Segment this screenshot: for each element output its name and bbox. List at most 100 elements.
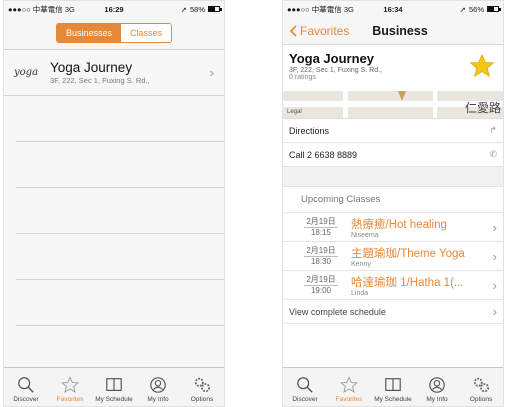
class-instructor: Kenny <box>351 260 371 268</box>
star-icon <box>340 376 358 393</box>
tab-discover[interactable]: Discover <box>283 368 327 406</box>
segment-classes[interactable]: Classes <box>121 24 172 42</box>
battery-percent: 58% <box>189 4 205 14</box>
class-title: 哈達瑜珈 1/Hatha 1(... <box>351 276 464 289</box>
class-row[interactable]: 2月19日 19:00 哈達瑜珈 1/Hatha 1(... Linda › <box>283 271 503 300</box>
chevron-left-icon <box>289 24 297 37</box>
back-button[interactable]: Favorites <box>289 24 349 38</box>
tab-favorites[interactable]: Favorites <box>48 368 92 406</box>
directions-label: Directions <box>289 125 330 136</box>
yoga-journey-logo: yoga <box>14 67 39 78</box>
status-right: ➚ 58% <box>181 4 222 14</box>
tab-my-info[interactable]: My Info <box>136 368 180 406</box>
status-bar: ●●●○○ 中華電信 3G 16:29 ➚ 58% <box>4 1 224 17</box>
chevron-right-icon: › <box>492 248 497 264</box>
tab-label: My Info <box>147 396 169 403</box>
back-label: Favorites <box>300 23 350 38</box>
book-icon <box>106 378 122 391</box>
class-row[interactable]: 2月19日 18:15 熱療癒/Hot healing Niseema › <box>283 213 503 242</box>
business-address: 3F, 222, Sec 1, Fuxing S. Rd., <box>50 76 150 85</box>
tab-favorites[interactable]: Favorites <box>327 368 371 406</box>
tab-label: Discover <box>13 396 39 403</box>
tab-label: My Schedule <box>95 396 133 403</box>
chevron-right-icon: › <box>492 277 497 293</box>
phone-icon: ✆ <box>489 149 497 159</box>
business-name: Yoga Journey <box>50 60 133 75</box>
map-legal-link[interactable]: Legal <box>287 109 302 115</box>
tab-my-schedule[interactable]: My Schedule <box>92 368 136 406</box>
segmented-control: Businesses Classes <box>55 23 173 43</box>
tab-label: My Info <box>426 396 448 403</box>
directions-row[interactable]: Directions ↱ <box>283 119 503 143</box>
business-header: Yoga Journey 3F, 222, Sec 1, Fuxing S. R… <box>283 45 503 91</box>
class-time: 18:15 <box>310 227 332 237</box>
tab-options[interactable]: Options <box>459 368 503 406</box>
view-schedule-row[interactable]: View complete schedule › <box>283 300 503 324</box>
tab-bar: Discover Favorites My Schedule My Info O… <box>283 367 503 406</box>
carrier-label: ●●●○○ 中華電信 3G <box>287 4 354 14</box>
tab-label: Favorites <box>56 396 84 403</box>
screen-businesses: ●●●○○ 中華電信 3G 16:29 ➚ 58% Businesses Cla… <box>3 0 225 407</box>
class-datetime: 2月19日 18:15 <box>301 217 341 237</box>
map-street-label: 仁愛路 <box>464 101 501 115</box>
list-item[interactable]: yoga Yoga Journey 3F, 222, Sec 1, Fuxing… <box>4 50 224 96</box>
location-icon: ➚ <box>459 4 466 14</box>
call-row[interactable]: Call 2 6638 8889 ✆ <box>283 143 503 167</box>
empty-row <box>16 234 224 280</box>
business-list: yoga Yoga Journey 3F, 222, Sec 1, Fuxing… <box>4 50 224 372</box>
class-time: 19:00 <box>310 285 332 295</box>
segmented-control-bar: Businesses Classes <box>4 17 224 50</box>
gear-icon <box>194 377 211 393</box>
status-bar: ●●●○○ 中華電信 3G 16:34 ➚ 56% <box>283 1 503 17</box>
screen-business-detail: ●●●○○ 中華電信 3G 16:34 ➚ 56% Favorites Busi… <box>282 0 504 407</box>
class-title: 熱療癒/Hot healing <box>351 218 447 231</box>
directions-icon: ↱ <box>489 125 497 135</box>
empty-row <box>16 188 224 234</box>
class-time: 18:30 <box>310 256 332 266</box>
star-icon <box>61 376 79 393</box>
class-datetime: 2月19日 18:30 <box>301 246 341 266</box>
status-right: ➚ 56% <box>459 4 501 14</box>
segment-businesses[interactable]: Businesses <box>56 24 121 42</box>
class-date: 2月19日 <box>304 275 338 286</box>
call-label: Call 2 6638 8889 <box>289 149 358 160</box>
tab-my-info[interactable]: My Info <box>415 368 459 406</box>
section-spacer <box>283 167 503 187</box>
favorite-star-icon[interactable] <box>469 53 495 79</box>
class-row[interactable]: 2月19日 18:30 主題瑜珈/Theme Yoga Kenny › <box>283 242 503 271</box>
class-date: 2月19日 <box>304 246 338 257</box>
tab-my-schedule[interactable]: My Schedule <box>371 368 415 406</box>
class-instructor: Niseema <box>351 231 379 239</box>
class-date: 2月19日 <box>304 217 338 228</box>
class-instructor: Linda <box>351 289 369 297</box>
empty-row <box>16 280 224 326</box>
battery-icon <box>208 6 222 12</box>
profile-icon <box>150 377 166 393</box>
chevron-right-icon: › <box>492 304 497 319</box>
navigation-bar: Favorites Business <box>283 17 503 45</box>
carrier-label: ●●●○○ 中華電信 3G <box>8 4 75 14</box>
ratings-count: 0 ratings <box>289 74 316 81</box>
chevron-right-icon: › <box>209 65 214 80</box>
chevron-right-icon: › <box>492 219 497 235</box>
tab-options[interactable]: Options <box>180 368 224 406</box>
tab-bar: Discover Favorites My Schedule My Info O… <box>4 367 224 406</box>
map-pin-icon <box>398 91 406 101</box>
class-title: 主題瑜珈/Theme Yoga <box>351 247 465 260</box>
gear-icon <box>473 377 490 393</box>
empty-row <box>16 142 224 188</box>
business-address: 3F, 222, Sec 1, Fuxing S. Rd., <box>289 67 382 74</box>
tab-label: Discover <box>292 396 318 403</box>
tab-label: Favorites <box>335 396 363 403</box>
battery-icon <box>487 6 501 12</box>
tab-label: Options <box>190 396 214 403</box>
map-view[interactable]: Legal 仁愛路 <box>283 91 503 119</box>
tab-label: My Schedule <box>374 396 412 403</box>
view-schedule-label: View complete schedule <box>289 306 386 317</box>
profile-icon <box>429 377 445 393</box>
tab-discover[interactable]: Discover <box>4 368 48 406</box>
business-name: Yoga Journey <box>289 51 375 66</box>
empty-row <box>16 326 224 372</box>
search-icon <box>297 377 313 393</box>
class-datetime: 2月19日 19:00 <box>301 275 341 295</box>
